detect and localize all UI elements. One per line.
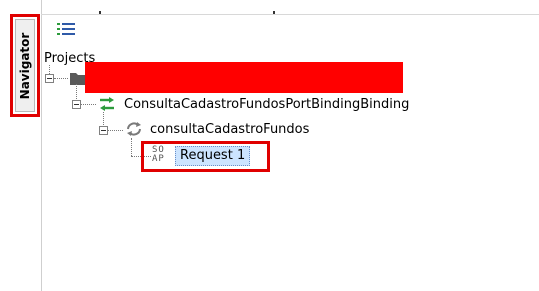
tree-connector: [108, 130, 123, 131]
interface-binding-icon: [98, 96, 116, 112]
collapse-operation-toggle[interactable]: [99, 126, 108, 135]
navigator-tab-label: Navigator: [18, 32, 32, 99]
tree-connector: [54, 78, 68, 79]
project-folder-icon: [70, 70, 86, 85]
collapse-binding-toggle[interactable]: [72, 100, 81, 109]
navigator-tab[interactable]: Navigator: [15, 19, 35, 112]
navigator-tab-highlight[interactable]: Navigator: [10, 14, 40, 117]
soap-icon-line-2: AP: [152, 154, 165, 164]
toggle-tree-view-icon[interactable]: [57, 23, 75, 35]
tree-connector: [131, 138, 132, 156]
tree-connector: [81, 104, 96, 105]
redacted-project-name: [85, 62, 403, 93]
tree-item-binding[interactable]: ConsultaCadastroFundosPortBindingBinding: [124, 97, 409, 112]
top-divider: [41, 14, 539, 15]
tree-item-operation[interactable]: consultaCadastroFundos: [150, 122, 309, 137]
collapse-project-toggle[interactable]: [45, 74, 54, 83]
operation-refresh-icon: [125, 121, 143, 137]
top-fragment-mark: [272, 0, 276, 14]
tree-connector: [49, 65, 50, 74]
top-fragment-mark: [98, 0, 102, 14]
tree-item-request-selected[interactable]: Request 1: [175, 146, 251, 166]
soap-request-icon: SO AP: [152, 146, 172, 166]
